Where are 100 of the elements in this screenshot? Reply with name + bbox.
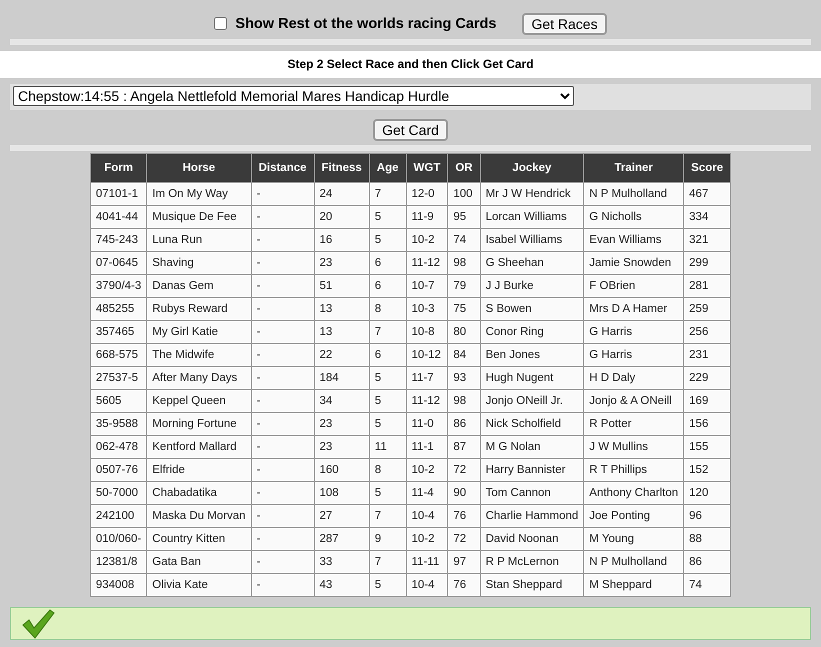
table-cell: 010/060-: [90, 528, 147, 550]
table-cell: 5: [369, 412, 406, 436]
table-cell: -: [251, 412, 314, 436]
table-cell: 100: [448, 182, 480, 206]
get-races-button[interactable]: Get Races: [522, 12, 607, 34]
table-cell: 35-9588: [90, 412, 147, 436]
checkbox-label: Show Rest ot the worlds racing Cards: [235, 16, 496, 32]
table-cell: Ben Jones: [480, 344, 584, 366]
table-cell: 6: [369, 344, 406, 366]
table-cell: 11-12: [406, 390, 448, 412]
table-cell: 74: [684, 574, 731, 596]
table-cell: 7: [369, 504, 406, 528]
table-cell: 11-1: [406, 436, 448, 458]
table-cell: Nick Scholfield: [480, 412, 584, 436]
table-cell: Kentford Mallard: [146, 436, 252, 458]
table-cell: 259: [684, 298, 731, 320]
table-cell: 72: [448, 458, 480, 482]
table-cell: Country Kitten: [146, 528, 252, 550]
table-cell: 287: [314, 528, 370, 550]
table-cell: 11-7: [406, 366, 448, 390]
table-cell: 0507-76: [90, 458, 147, 482]
table-cell: 357465: [90, 320, 147, 344]
table-cell: 7: [369, 320, 406, 344]
table-cell: 6: [369, 252, 406, 274]
table-cell: Shaving: [146, 252, 252, 274]
get-card-button[interactable]: Get Card: [373, 119, 448, 141]
table-cell: R Potter: [584, 412, 684, 436]
table-cell: 9: [369, 528, 406, 550]
table-cell: 95: [448, 206, 480, 228]
table-cell: 24: [314, 182, 370, 206]
table-cell: Elfride: [146, 458, 252, 482]
table-cell: Hugh Nugent: [480, 366, 584, 390]
table-cell: 668-575: [90, 344, 147, 366]
table-cell: M Young: [584, 528, 684, 550]
table-cell: 10-3: [406, 298, 448, 320]
table-cell: 07-0645: [90, 252, 147, 274]
table-cell: 11: [369, 436, 406, 458]
table-cell: M Sheppard: [584, 574, 684, 596]
table-cell: 281: [684, 274, 731, 298]
column-header: Jockey: [480, 154, 584, 182]
table-cell: 160: [314, 458, 370, 482]
table-cell: 88: [684, 528, 731, 550]
column-header: Age: [369, 154, 406, 182]
table-cell: 321: [684, 228, 731, 252]
column-header: Horse: [146, 154, 252, 182]
table-cell: Jonjo ONeill Jr.: [480, 390, 584, 412]
step-title: Step 2 Select Race and then Click Get Card: [287, 57, 534, 71]
table-cell: Jamie Snowden: [584, 252, 684, 274]
table-cell: 152: [684, 458, 731, 482]
table-cell: 334: [684, 206, 731, 228]
column-header: WGT: [406, 154, 448, 182]
table-cell: 10-8: [406, 320, 448, 344]
table-cell: J J Burke: [480, 274, 584, 298]
rest-of-world-checkbox[interactable]: [214, 17, 228, 30]
table-cell: 76: [448, 574, 480, 596]
table-cell: 10-2: [406, 528, 448, 550]
column-header: Score: [684, 154, 731, 182]
table-cell: 34: [314, 390, 370, 412]
table-cell: 5: [369, 228, 406, 252]
table-cell: -: [251, 574, 314, 596]
table-cell: 3790/4-3: [90, 274, 147, 298]
table-cell: Maska Du Morvan: [146, 504, 252, 528]
table-cell: 07101-1: [90, 182, 147, 206]
table-cell: 485255: [90, 298, 147, 320]
table-cell: 12-0: [406, 182, 448, 206]
table-cell: 169: [684, 390, 731, 412]
table-cell: 11-9: [406, 206, 448, 228]
table-cell: -: [251, 298, 314, 320]
table-cell: 86: [684, 550, 731, 574]
table-cell: 10-4: [406, 574, 448, 596]
table-cell: R T Phillips: [584, 458, 684, 482]
table-cell: 8: [369, 298, 406, 320]
table-cell: 5605: [90, 390, 147, 412]
table-cell: 4041-44: [90, 206, 147, 228]
table-cell: Keppel Queen: [146, 390, 252, 412]
table-cell: 10-2: [406, 458, 448, 482]
table-cell: Mrs D A Hamer: [584, 298, 684, 320]
table-cell: Anthony Charlton: [584, 482, 684, 504]
table-cell: 90: [448, 482, 480, 504]
table-cell: 13: [314, 320, 370, 344]
table-cell: 11-4: [406, 482, 448, 504]
column-header: OR: [448, 154, 480, 182]
table-cell: 75: [448, 298, 480, 320]
table-cell: Morning Fortune: [146, 412, 252, 436]
table-cell: 10-7: [406, 274, 448, 298]
table-cell: 5: [369, 390, 406, 412]
table-cell: -: [251, 458, 314, 482]
table-cell: 7: [369, 182, 406, 206]
table-cell: 108: [314, 482, 370, 504]
table-cell: 10-12: [406, 344, 448, 366]
race-dropdown[interactable]: Chepstow:14:55 : Angela Nettlefold Memorial Mares Handicap Hurdle: [13, 86, 574, 106]
table-cell: My Girl Katie: [146, 320, 252, 344]
table-cell: 11-12: [406, 252, 448, 274]
table-cell: -: [251, 366, 314, 390]
table-cell: Musique De Fee: [146, 206, 252, 228]
table-cell: N P Mulholland: [584, 550, 684, 574]
table-cell: 5: [369, 206, 406, 228]
table-cell: 062-478: [90, 436, 147, 458]
table-cell: The Midwife: [146, 344, 252, 366]
table-cell: 79: [448, 274, 480, 298]
